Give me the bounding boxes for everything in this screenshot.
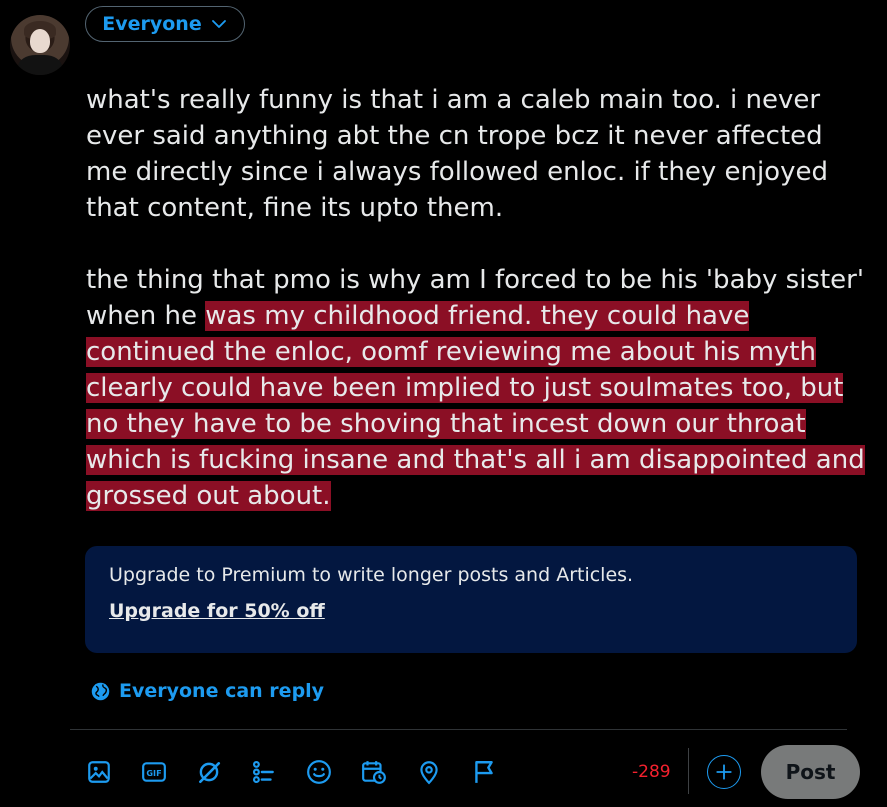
premium-upsell-card: Upgrade to Premium to write longer posts… [85,546,857,653]
gif-icon: GIF [142,762,166,782]
upgrade-link[interactable]: Upgrade for 50% off [109,600,833,622]
location-icon [420,761,438,785]
media-button[interactable] [85,752,113,792]
location-button[interactable] [415,752,443,792]
avatar-body [18,55,62,75]
poll-button[interactable] [250,752,278,792]
gif-button[interactable]: GIF [140,752,168,792]
composer-toolbar: GIF [85,752,498,792]
char-counter: -289 [632,762,671,782]
emoji-icon [307,760,331,784]
flag-button[interactable] [470,752,498,792]
schedule-button[interactable] [360,752,388,792]
grok-icon [199,762,221,784]
chevron-down-icon [211,20,226,28]
post-button[interactable]: Post [761,745,860,799]
schedule-icon [362,761,386,784]
post-paragraph-1: what's really funny is that i am a caleb… [86,85,828,223]
flag-icon [475,761,493,783]
post-text-area[interactable]: what's really funny is that i am a caleb… [86,82,866,514]
globe-icon [91,682,110,700]
audience-selector[interactable]: Everyone [85,6,245,42]
reply-setting-button[interactable]: Everyone can reply [90,680,324,702]
over-limit-highlight: was my childhood friend. they could have… [86,301,865,511]
audience-label: Everyone [102,13,202,35]
grok-button[interactable] [195,752,223,792]
avatar-face [30,29,50,53]
avatar[interactable] [10,15,70,75]
add-post-button[interactable] [707,755,741,789]
post-paragraph-2: the thing that pmo is why am I forced to… [86,262,866,514]
toolbar-separator [688,748,689,794]
reply-setting-label: Everyone can reply [119,680,325,702]
poll-icon [252,760,274,784]
emoji-button[interactable] [305,752,333,792]
divider [70,729,847,730]
svg-text:GIF: GIF [146,768,161,778]
premium-message: Upgrade to Premium to write longer posts… [109,564,634,586]
image-icon [88,761,110,783]
plus-icon [716,764,732,780]
